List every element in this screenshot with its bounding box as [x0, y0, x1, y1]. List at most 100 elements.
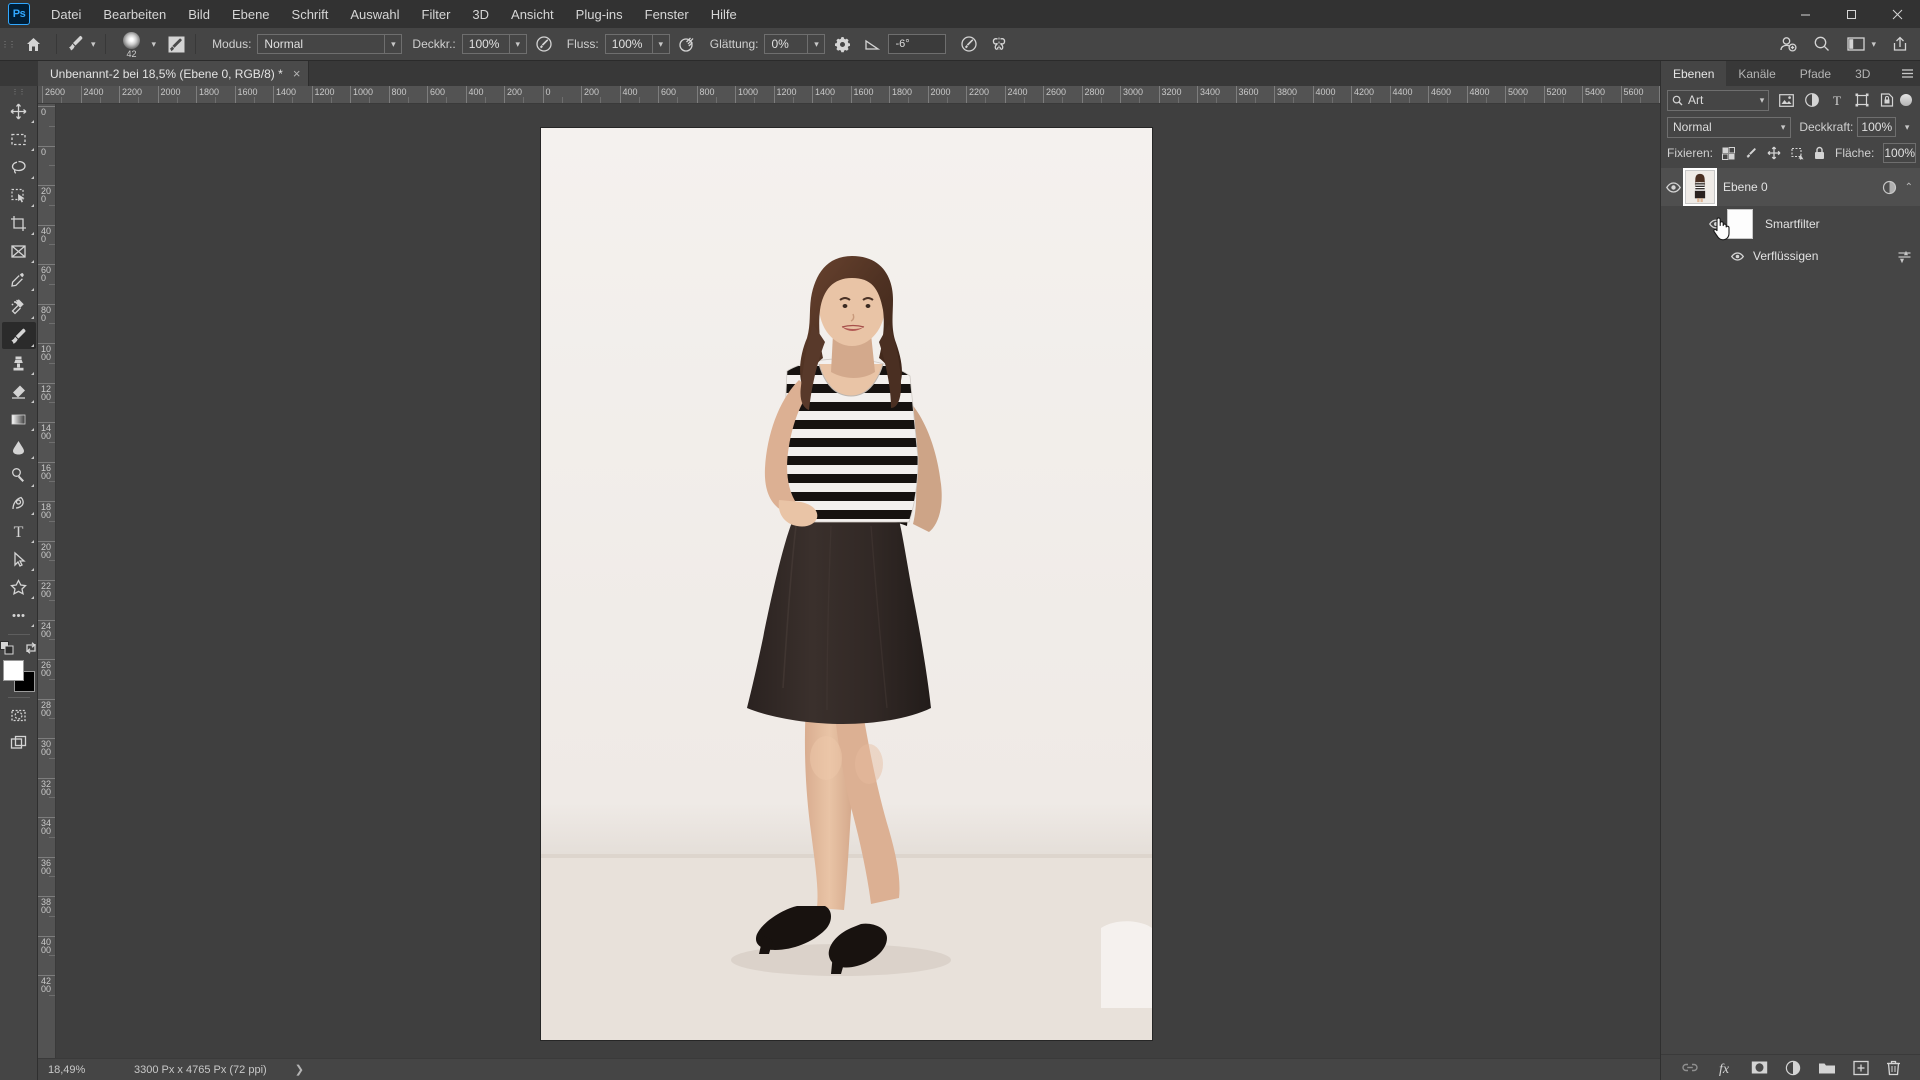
menu-ebene[interactable]: Ebene [221, 3, 281, 26]
menu-plugins[interactable]: Plug-ins [565, 3, 634, 26]
smart-filter-badge-icon[interactable] [1882, 180, 1897, 195]
layer-name[interactable]: Ebene 0 [1723, 180, 1768, 194]
close-icon[interactable]: × [293, 67, 301, 80]
minimize-button[interactable] [1782, 0, 1828, 28]
default-colors-icon[interactable] [0, 641, 14, 655]
menu-bild[interactable]: Bild [177, 3, 221, 26]
lock-artboard-icon[interactable] [1790, 146, 1804, 160]
opacity-select[interactable]: 100% ▾ [461, 34, 527, 54]
brush-tip-preview[interactable]: 42 [115, 29, 149, 60]
home-icon[interactable] [16, 28, 50, 61]
pressure-opacity-icon[interactable] [531, 31, 557, 57]
smoothing-select[interactable]: 0% ▾ [764, 34, 826, 54]
brush-settings-panel-icon[interactable] [163, 31, 189, 57]
smoothing-value[interactable]: 0% [764, 34, 809, 54]
tab-kanaele[interactable]: Kanäle [1726, 61, 1787, 86]
chevron-down-icon[interactable]: ▾ [1871, 39, 1876, 50]
adjustment-layer-icon[interactable] [1785, 1060, 1801, 1076]
toolbar-grip[interactable]: ⋮⋮ [0, 86, 37, 98]
tab-ebenen[interactable]: Ebenen [1661, 61, 1727, 86]
move-tool[interactable] [2, 98, 36, 125]
color-swatches[interactable] [2, 659, 36, 693]
add-layer-mask-icon[interactable] [1751, 1060, 1768, 1075]
flow-select[interactable]: 100% ▾ [604, 34, 670, 54]
chevron-down-icon[interactable]: ▾ [1781, 122, 1786, 133]
smart-filter-entry-label[interactable]: Verflüssigen [1753, 249, 1818, 263]
chevron-right-icon[interactable]: ❯ [295, 1063, 304, 1076]
menu-ansicht[interactable]: Ansicht [500, 3, 565, 26]
opacity-value[interactable]: 100% [461, 34, 510, 54]
brush-tool[interactable] [1, 322, 36, 349]
object-selection-tool[interactable] [2, 182, 36, 209]
menu-filter[interactable]: Filter [411, 3, 462, 26]
fill-value[interactable]: 100% [1883, 143, 1917, 163]
blur-tool[interactable] [2, 434, 36, 461]
menu-fenster[interactable]: Fenster [634, 3, 700, 26]
flow-value[interactable]: 100% [604, 34, 653, 54]
layer-visibility-toggle[interactable] [1661, 181, 1685, 193]
menu-schrift[interactable]: Schrift [281, 3, 340, 26]
filter-type-T-icon[interactable]: T [1830, 93, 1844, 107]
filter-toggle-switch[interactable] [1900, 94, 1912, 106]
menu-datei[interactable]: Datei [40, 3, 92, 26]
share-icon[interactable] [1890, 34, 1910, 54]
filter-visibility-toggle[interactable] [1727, 251, 1747, 261]
menu-3d[interactable]: 3D [461, 3, 500, 26]
filter-adjustment-icon[interactable] [1805, 93, 1820, 107]
foreground-color-swatch[interactable] [2, 660, 24, 681]
filter-smartobject-icon[interactable] [1880, 93, 1894, 107]
chevron-up-icon[interactable]: ⌃ [1905, 182, 1913, 193]
eyedropper-tool[interactable] [2, 266, 36, 293]
lock-position-icon[interactable] [1767, 146, 1781, 160]
canvas-area[interactable] [56, 104, 1660, 1058]
chevron-down-icon[interactable]: ▾ [1900, 117, 1914, 137]
layer-style-fx-icon[interactable]: fx [1716, 1060, 1734, 1076]
filter-pixel-icon[interactable] [1779, 93, 1795, 107]
chevron-down-icon[interactable]: ▾ [509, 34, 527, 54]
add-collaborator-icon[interactable] [1778, 34, 1798, 54]
filter-shape-icon[interactable] [1855, 93, 1869, 107]
document-tab[interactable]: Unbenannt-2 bei 18,5% (Ebene 0, RGB/8) *… [38, 61, 310, 86]
search-icon[interactable] [1812, 34, 1832, 54]
vertical-ruler[interactable]: 0 0 200 400 600 800 1000 1200 1400 1600 1800 2000 22… [38, 104, 56, 1058]
gear-icon[interactable] [829, 31, 855, 57]
pen-tool[interactable] [2, 490, 36, 517]
link-layers-icon[interactable] [1681, 1061, 1699, 1074]
crop-tool[interactable] [2, 210, 36, 237]
filter-type-select[interactable]: Art ▾ [1667, 89, 1770, 111]
pressure-size-icon[interactable] [956, 31, 982, 57]
chevron-down-icon[interactable]: ▾ [385, 34, 403, 54]
spot-healing-brush-tool[interactable] [2, 294, 36, 321]
eraser-tool[interactable] [2, 378, 36, 405]
menu-hilfe[interactable]: Hilfe [700, 3, 748, 26]
workspace-switcher-icon[interactable]: ▾ [1846, 35, 1876, 53]
smart-filter-mask-row[interactable]: Smartfilter [1661, 206, 1920, 242]
quick-mask-icon[interactable] [2, 702, 36, 729]
dodge-tool[interactable] [2, 462, 36, 489]
chevron-down-icon[interactable]: ▾ [652, 34, 670, 54]
layer-blend-mode-select[interactable]: Normal ▾ [1667, 116, 1792, 138]
chevron-down-icon[interactable]: ▾ [91, 39, 96, 50]
brush-preset-picker[interactable]: 42 ▾ [112, 29, 160, 60]
blend-mode-select[interactable]: Normal ▾ [257, 34, 403, 54]
angle-value[interactable]: -6° [888, 34, 947, 54]
document-canvas[interactable] [541, 128, 1152, 1040]
edit-toolbar-tool[interactable] [2, 602, 36, 629]
filter-settings-icon[interactable] [1897, 249, 1920, 264]
custom-shape-tool[interactable] [2, 574, 36, 601]
panel-menu-icon[interactable] [1894, 61, 1920, 86]
brush-angle-control[interactable]: -6° [863, 34, 947, 54]
layer-row-ebene-0[interactable]: Ebene 0 ⌃ [1661, 168, 1920, 206]
horizontal-ruler[interactable]: 2600 2400 2200 2000 1800 1600 1400 1200 1000 800 6… [38, 86, 1660, 104]
lock-image-icon[interactable] [1744, 146, 1758, 160]
clone-stamp-tool[interactable] [2, 350, 36, 377]
options-bar-grip[interactable]: ⋮⋮ [0, 28, 16, 61]
type-tool[interactable]: T [2, 518, 36, 545]
layer-thumbnail[interactable] [1685, 170, 1715, 204]
chevron-down-icon[interactable]: ▾ [1760, 95, 1765, 106]
zoom-level[interactable]: 18,49% [38, 1064, 96, 1076]
rectangular-marquee-tool[interactable] [2, 126, 36, 153]
chevron-down-icon[interactable]: ▾ [808, 34, 826, 54]
new-group-icon[interactable] [1818, 1061, 1836, 1075]
smart-filter-verfluessigen-row[interactable]: Verflüssigen [1661, 242, 1920, 270]
